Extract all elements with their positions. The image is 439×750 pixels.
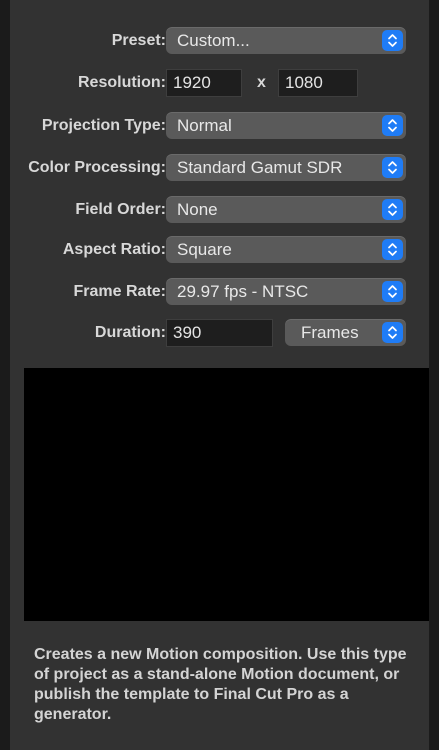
preview-area (24, 368, 429, 621)
color-processing-row: Color Processing: Standard Gamut SDR (10, 153, 429, 183)
field-order-popup[interactable]: None (166, 196, 406, 223)
frame-rate-value: 29.97 fps - NTSC (177, 282, 309, 301)
preset-row: Preset: Custom... (10, 26, 429, 56)
aspect-ratio-label: Aspect Ratio: (62, 241, 166, 258)
aspect-ratio-row: Aspect Ratio: Square (10, 235, 429, 265)
frame-rate-label: Frame Rate: (73, 283, 166, 300)
duration-unit-value: Frames (301, 323, 359, 342)
resolution-height-field[interactable]: 1080 (278, 69, 358, 97)
field-order-label: Field Order: (75, 201, 166, 218)
chevron-up-down-icon (382, 199, 403, 220)
chevron-up-down-icon (382, 30, 403, 51)
color-processing-label: Color Processing: (28, 159, 166, 176)
resolution-width-field[interactable]: 1920 (166, 69, 242, 97)
preset-value: Custom... (177, 31, 250, 50)
duration-row: Duration: 390 Frames (10, 318, 429, 348)
chevron-up-down-icon (382, 157, 403, 178)
resolution-width-value: 1920 (173, 73, 211, 92)
project-settings-panel: Preset: Custom... Resolution: 1920 x 108… (10, 0, 429, 750)
field-order-value: None (177, 200, 218, 219)
preset-label: Preset: (111, 32, 166, 49)
chevron-up-down-icon (382, 322, 403, 343)
project-description: Creates a new Motion composition. Use th… (34, 646, 407, 723)
frame-rate-popup[interactable]: 29.97 fps - NTSC (166, 278, 406, 305)
field-order-row: Field Order: None (10, 195, 429, 225)
aspect-ratio-popup[interactable]: Square (166, 236, 406, 263)
color-processing-popup[interactable]: Standard Gamut SDR (166, 154, 406, 181)
color-processing-value: Standard Gamut SDR (177, 158, 343, 177)
frame-rate-row: Frame Rate: 29.97 fps - NTSC (10, 277, 429, 307)
projection-type-popup[interactable]: Normal (166, 112, 406, 139)
duration-value: 390 (173, 323, 202, 342)
projection-type-row: Projection Type: Normal (10, 111, 429, 141)
duration-label: Duration: (94, 324, 166, 341)
preset-popup[interactable]: Custom... (166, 27, 406, 54)
resolution-label: Resolution: (78, 74, 166, 91)
resolution-row: Resolution: 1920 x 1080 (10, 68, 429, 98)
resolution-separator: x (257, 74, 266, 91)
projection-type-value: Normal (177, 116, 232, 135)
chevron-up-down-icon (382, 281, 403, 302)
chevron-up-down-icon (382, 239, 403, 260)
duration-unit-popup[interactable]: Frames (285, 319, 406, 346)
duration-field[interactable]: 390 (166, 319, 273, 347)
chevron-up-down-icon (382, 115, 403, 136)
aspect-ratio-value: Square (177, 240, 232, 259)
projection-type-label: Projection Type: (41, 117, 166, 134)
resolution-height-value: 1080 (285, 73, 323, 92)
